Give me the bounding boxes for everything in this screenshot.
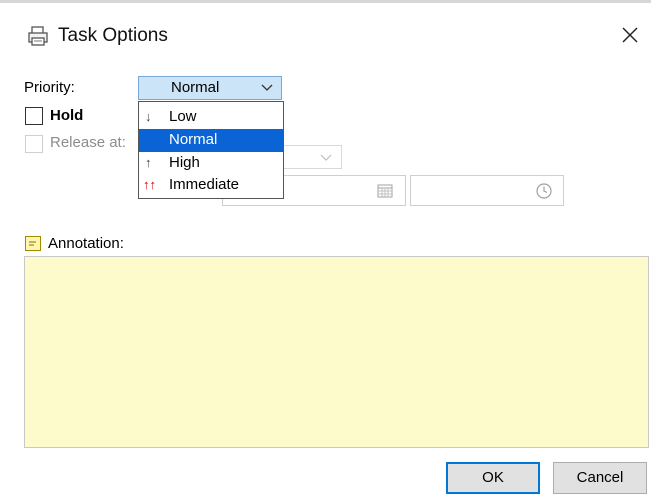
priority-option-high[interactable]: ↑ High	[139, 152, 283, 175]
chevron-down-icon	[261, 84, 273, 91]
priority-option-low[interactable]: ↓ Low	[139, 106, 283, 129]
hold-checkbox[interactable]	[25, 107, 43, 125]
hold-label: Hold	[50, 107, 84, 124]
release-at-checkbox[interactable]	[25, 135, 43, 153]
close-icon	[622, 27, 638, 43]
chevron-down-icon	[320, 154, 332, 161]
note-icon	[25, 236, 41, 251]
arrow-down-icon: ↓	[145, 109, 152, 124]
cancel-button[interactable]: Cancel	[553, 462, 647, 494]
priority-options-list: ↓ Low Normal ↑ High ↑↑ Immediate	[138, 101, 284, 199]
close-button[interactable]	[612, 17, 648, 53]
option-label: Immediate	[169, 176, 240, 193]
release-at-label: Release at:	[50, 134, 126, 151]
printer-icon	[27, 25, 49, 47]
option-label: Normal	[169, 131, 218, 148]
release-mode-dropdown[interactable]	[283, 145, 342, 169]
release-time-field[interactable]	[410, 175, 564, 206]
priority-selected-value: Normal	[171, 79, 220, 96]
title-bar: Task Options	[0, 3, 651, 61]
option-label: Low	[169, 108, 197, 125]
priority-dropdown[interactable]: Normal	[138, 76, 282, 100]
option-label: High	[169, 154, 200, 171]
priority-option-normal[interactable]: Normal	[139, 129, 283, 152]
priority-label: Priority:	[24, 79, 75, 96]
arrow-up-icon: ↑	[145, 155, 152, 170]
annotation-textarea[interactable]	[24, 256, 649, 448]
double-arrow-up-icon: ↑↑	[143, 177, 156, 192]
annotation-label: Annotation:	[48, 235, 124, 252]
ok-button[interactable]: OK	[446, 462, 540, 494]
clock-icon[interactable]	[535, 182, 553, 200]
calendar-icon[interactable]	[377, 184, 393, 198]
priority-option-immediate[interactable]: ↑↑ Immediate	[139, 174, 283, 197]
window-title: Task Options	[58, 25, 168, 46]
